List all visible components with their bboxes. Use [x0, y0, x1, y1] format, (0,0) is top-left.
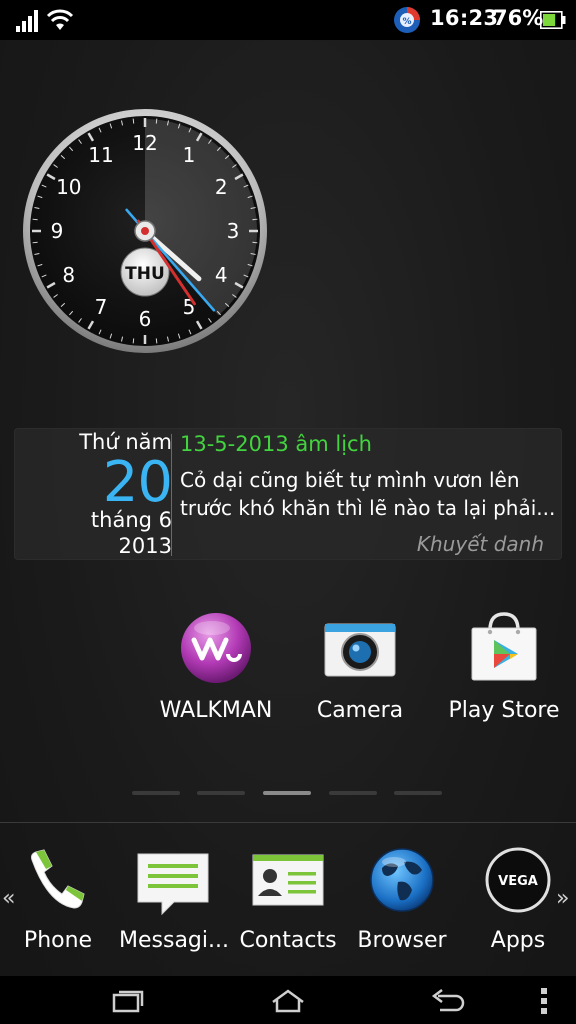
clock-numeral: 11	[88, 143, 113, 167]
dock-apps[interactable]: VEGA Apps	[460, 840, 576, 970]
messaging-icon	[137, 853, 209, 916]
clock-tick	[132, 338, 135, 344]
play-store-icon	[471, 612, 537, 681]
dock-label-phone: Phone	[23, 928, 93, 953]
recent-apps-icon[interactable]	[112, 988, 144, 1014]
app-label-camera: Camera	[316, 698, 404, 723]
clock-numeral: 9	[51, 219, 64, 243]
clock-tick	[132, 118, 135, 124]
app-play-store[interactable]: Play Store	[434, 610, 574, 730]
dock-browser[interactable]: Browser	[344, 840, 460, 970]
app-camera[interactable]: Camera	[290, 610, 430, 730]
battery-icon	[540, 11, 566, 29]
clock-numeral: 3	[227, 219, 240, 243]
dock-divider	[0, 822, 576, 823]
calendar-divider	[171, 434, 172, 556]
analog-clock-widget[interactable]: 12 12 3 45 6 78 9 10 11 THU	[20, 106, 270, 356]
calendar-date-block: Thứ năm 20 tháng 6 2013	[14, 428, 173, 560]
calendar-quote-line-2: trước khó khăn thì lẽ nào ta lại phải...	[180, 496, 556, 520]
battery-percent: 76%	[493, 6, 544, 30]
clock-tick	[155, 338, 158, 344]
dock-label-contacts: Contacts	[239, 928, 337, 953]
clock-numeral: 8	[62, 263, 75, 287]
clock-tick	[252, 218, 258, 221]
clock-tick	[155, 118, 158, 124]
back-icon[interactable]	[430, 988, 466, 1014]
page-indicator-3[interactable]	[263, 791, 311, 795]
clock-numeral: 7	[95, 295, 108, 319]
dock-phone[interactable]: Phone	[0, 840, 116, 970]
menu-icon[interactable]	[538, 986, 550, 1016]
dock-messaging[interactable]: Messagi...	[116, 840, 232, 970]
clock-numeral: 2	[215, 175, 228, 199]
home-icon[interactable]	[270, 988, 306, 1014]
calendar-day: 20	[102, 450, 173, 515]
app-walkman[interactable]: WALKMAN	[146, 610, 286, 730]
clock-numeral: 4	[215, 263, 228, 287]
clock-tick	[32, 218, 38, 221]
vega-badge-text: VEGA	[498, 874, 538, 889]
clock-numeral: 6	[139, 307, 152, 331]
browser-icon	[370, 848, 434, 912]
dock-label-apps: Apps	[490, 928, 546, 953]
wifi-icon	[46, 9, 74, 30]
clock-tick	[252, 241, 258, 244]
signal-icon	[16, 10, 38, 32]
page-indicator-1[interactable]	[132, 791, 180, 795]
clock-numeral: 10	[56, 175, 81, 199]
calendar-year: 2013	[118, 534, 172, 558]
contacts-icon	[252, 854, 324, 906]
clock-tick	[32, 241, 38, 244]
calendar-quote-line-1: Cỏ dại cũng biết tự mình vươn lên	[180, 468, 520, 492]
clock-day-badge: THU	[125, 264, 165, 284]
clock-numeral: 12	[132, 131, 157, 155]
clock-numeral: 1	[183, 143, 196, 167]
calendar-lunar-date: 13-5-2013 âm lịch	[180, 432, 372, 456]
app-label-play-store: Play Store	[448, 698, 560, 723]
dock-label-messaging: Messagi...	[119, 928, 229, 953]
lunar-calendar-widget[interactable]: Thứ năm 20 tháng 6 2013 13-5-2013 âm lịc…	[14, 428, 562, 560]
page-indicator-2[interactable]	[197, 791, 245, 795]
dock-contacts[interactable]: Contacts	[232, 840, 344, 970]
svg-text:%: %	[402, 17, 411, 27]
vega-apps-icon: VEGA	[485, 847, 551, 913]
calendar-month: tháng 6	[90, 508, 172, 532]
clock-numeral: 5	[183, 295, 196, 319]
dock-label-browser: Browser	[357, 928, 447, 953]
app-label-walkman: WALKMAN	[159, 698, 273, 723]
status-time: 16:23	[430, 6, 499, 30]
phone-icon	[31, 849, 85, 909]
page-indicator-5[interactable]	[394, 791, 442, 795]
walkman-icon	[181, 613, 251, 683]
page-indicator-4[interactable]	[329, 791, 377, 795]
data-usage-icon: %	[394, 7, 420, 33]
calendar-quote-author: Khuyết danh	[416, 532, 544, 556]
camera-icon	[324, 623, 396, 677]
